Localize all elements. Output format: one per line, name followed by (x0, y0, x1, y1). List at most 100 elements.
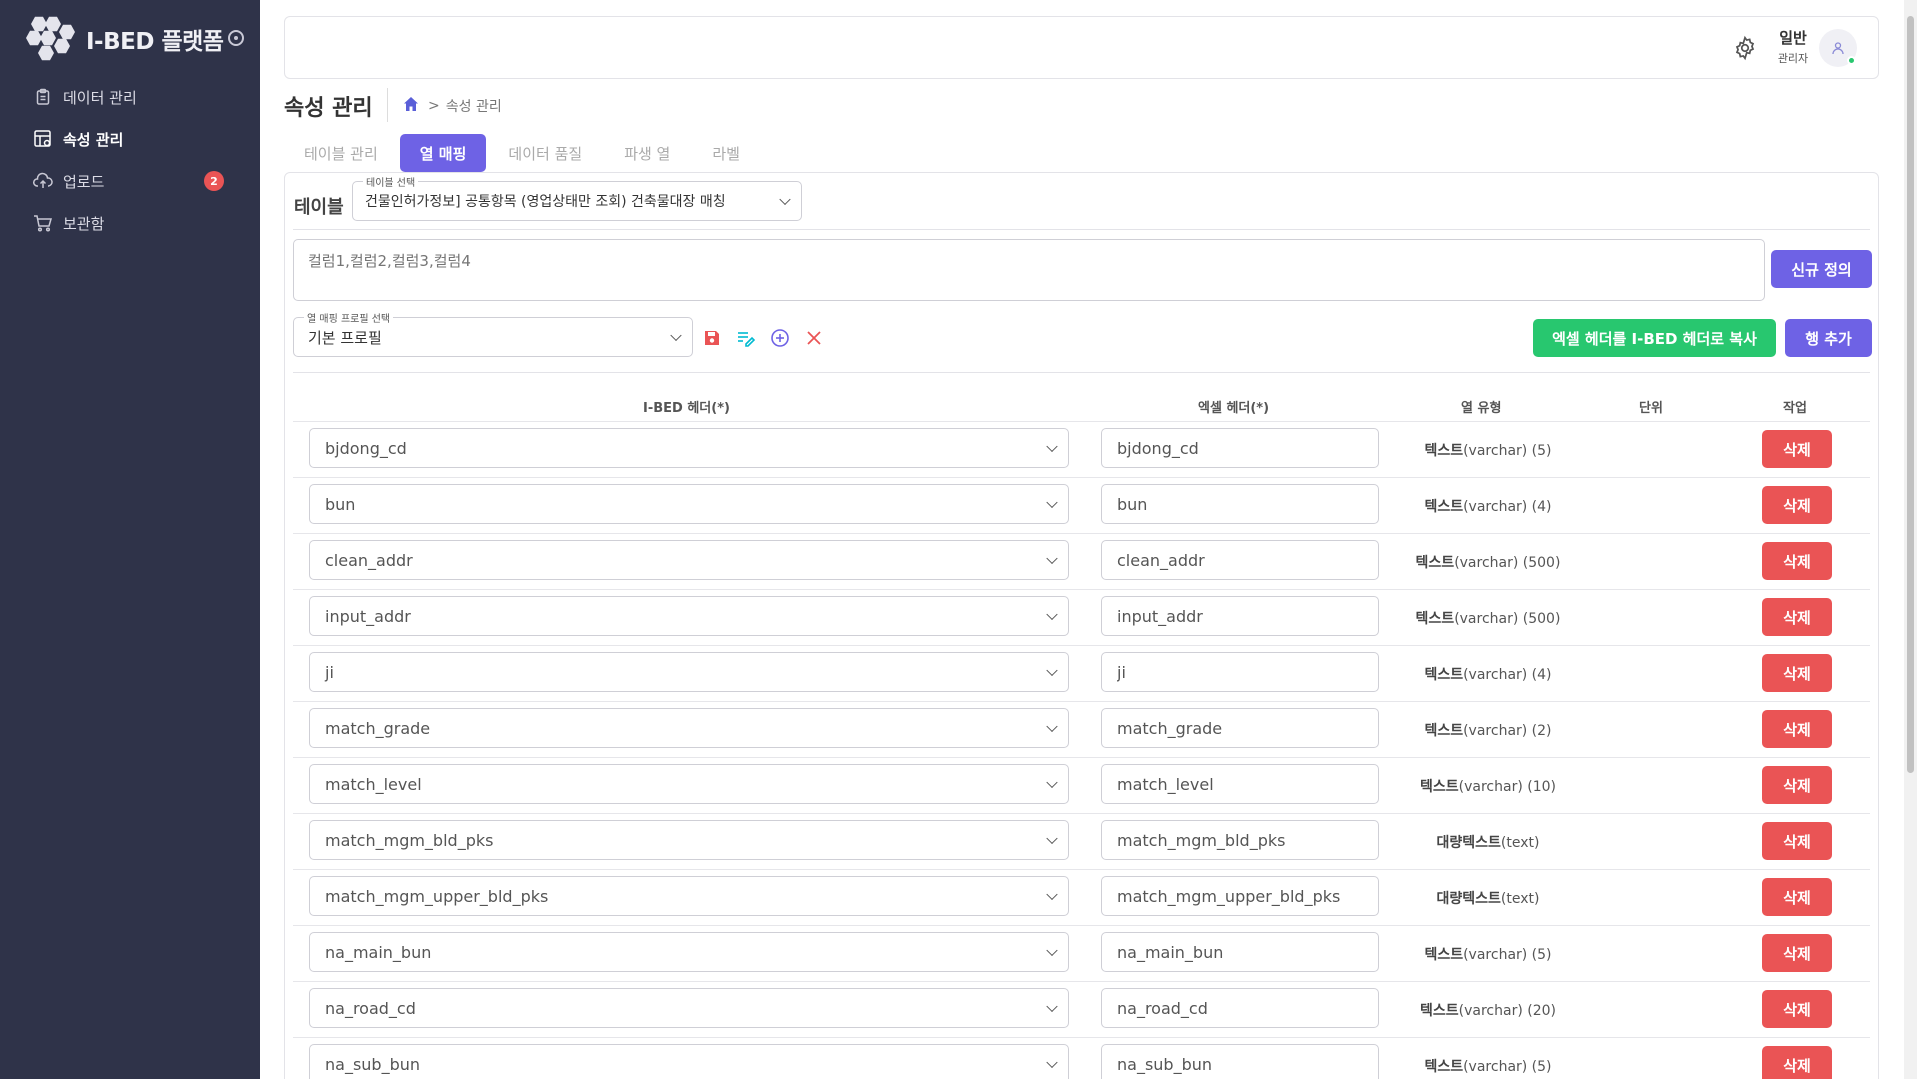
gear-icon[interactable] (1732, 35, 1758, 61)
ibed-header-value: bjdong_cd (325, 438, 407, 458)
excel-header-input[interactable] (1101, 764, 1379, 804)
delete-row-button[interactable]: 삭제 (1762, 542, 1832, 580)
ibed-header-select[interactable]: match_mgm_upper_bld_pks (309, 876, 1069, 916)
ibed-header-select[interactable]: input_addr (309, 596, 1069, 636)
sidebar-pin-icon[interactable] (228, 30, 244, 46)
breadcrumb-current: 속성 관리 (445, 99, 502, 115)
excel-header-input[interactable] (1101, 876, 1379, 916)
ibed-header-select[interactable]: bjdong_cd (309, 428, 1069, 468)
column-type-name: 텍스트 (1424, 947, 1464, 963)
delete-row-button[interactable]: 삭제 (1762, 486, 1832, 524)
ibed-header-select[interactable]: match_level (309, 764, 1069, 804)
chevron-down-icon (1046, 776, 1058, 789)
chevron-down-icon (1046, 608, 1058, 621)
sidebar-item-storage[interactable]: 보관함 (0, 202, 260, 244)
edit-profile-icon[interactable] (734, 326, 758, 350)
columns-input[interactable] (293, 239, 1765, 301)
ibed-header-select[interactable]: na_main_bun (309, 932, 1069, 972)
col-type: 열 유형 (1461, 401, 1502, 416)
tab-data-quality[interactable]: 데이터 품질 (488, 134, 602, 172)
ibed-header-select[interactable]: na_road_cd (309, 988, 1069, 1028)
delete-row-button[interactable]: 삭제 (1762, 878, 1832, 916)
home-icon[interactable] (402, 95, 420, 117)
scroll-thumb[interactable] (1907, 16, 1914, 773)
column-type-detail: (varchar) (5) (1463, 1059, 1552, 1075)
copy-excel-headers-button[interactable]: 엑셀 헤더를 I-BED 헤더로 복사 (1533, 319, 1776, 357)
delete-row-button[interactable]: 삭제 (1762, 766, 1832, 804)
page-scrollbar[interactable] (1904, 0, 1917, 1079)
user-info[interactable]: 일반 관리자 (1771, 27, 1815, 66)
delete-row-button[interactable]: 삭제 (1762, 654, 1832, 692)
ibed-header-select[interactable]: clean_addr (309, 540, 1069, 580)
profile-select[interactable]: 열 매핑 프로필 선택 기본 프로필 (293, 310, 693, 357)
user-name: 일반 (1779, 29, 1807, 47)
ibed-header-select[interactable]: bun (309, 484, 1069, 524)
excel-header-input[interactable] (1101, 708, 1379, 748)
table-select[interactable]: 테이블 선택 건물인허가정보] 공통항목 (영업상태만 조회) 건축물대장 매칭 (352, 174, 802, 221)
excel-header-input[interactable] (1101, 1044, 1379, 1079)
table-row: na_main_bun 텍스트(varchar) (5) 삭제 (293, 925, 1870, 981)
chevron-down-icon (1046, 1056, 1058, 1069)
brand[interactable]: I-BED 플랫폼 (26, 14, 224, 64)
save-profile-icon[interactable] (700, 326, 724, 350)
tab-labels[interactable]: 라벨 (692, 134, 760, 172)
sidebar-item-attribute-management[interactable]: 속성 관리 (0, 118, 260, 160)
sidebar: I-BED 플랫폼 데이터 관리 속성 관리 업로드 2 보관함 (0, 0, 260, 1079)
ibed-header-select[interactable]: na_sub_bun (309, 1044, 1069, 1079)
top-header: 일반 관리자 (284, 16, 1879, 79)
excel-header-input[interactable] (1101, 932, 1379, 972)
column-type: 텍스트(varchar) (5) (1388, 440, 1588, 460)
ibed-header-select[interactable]: match_grade (309, 708, 1069, 748)
excel-header-input[interactable] (1101, 428, 1379, 468)
delete-row-button[interactable]: 삭제 (1762, 598, 1832, 636)
sidebar-item-label: 보관함 (63, 214, 105, 233)
cloud-upload-icon (33, 171, 53, 191)
ibed-header-select[interactable]: ji (309, 652, 1069, 692)
delete-row-button[interactable]: 삭제 (1762, 934, 1832, 972)
sidebar-item-label: 업로드 (63, 172, 105, 191)
chevron-down-icon (779, 193, 791, 206)
tab-table-management[interactable]: 테이블 관리 (284, 134, 398, 172)
ibed-header-value: match_mgm_upper_bld_pks (325, 886, 549, 906)
delete-row-button[interactable]: 삭제 (1762, 1046, 1832, 1079)
delete-row-button[interactable]: 삭제 (1762, 822, 1832, 860)
online-status-dot (1847, 56, 1856, 65)
excel-header-input[interactable] (1101, 652, 1379, 692)
column-type: 텍스트(varchar) (20) (1388, 1000, 1588, 1020)
clipboard-icon (33, 87, 53, 107)
chevron-down-icon (1046, 944, 1058, 957)
sidebar-item-data-management[interactable]: 데이터 관리 (0, 76, 260, 118)
ibed-header-value: input_addr (325, 606, 411, 626)
delete-row-button[interactable]: 삭제 (1762, 430, 1832, 468)
table-row: na_road_cd 텍스트(varchar) (20) 삭제 (293, 981, 1870, 1037)
table-settings-icon (33, 129, 53, 149)
new-definition-button[interactable]: 신규 정의 (1771, 250, 1872, 288)
delete-profile-icon[interactable] (802, 326, 826, 350)
delete-row-button[interactable]: 삭제 (1762, 990, 1832, 1028)
delete-row-button[interactable]: 삭제 (1762, 710, 1832, 748)
add-row-button[interactable]: 행 추가 (1785, 319, 1872, 357)
excel-header-input[interactable] (1101, 540, 1379, 580)
add-profile-icon[interactable] (768, 326, 792, 350)
column-type: 텍스트(varchar) (4) (1388, 664, 1588, 684)
excel-header-input[interactable] (1101, 596, 1379, 636)
excel-header-input[interactable] (1101, 988, 1379, 1028)
tab-column-mapping[interactable]: 열 매핑 (399, 134, 487, 172)
ibed-header-value: na_main_bun (325, 942, 432, 962)
table-select-legend: 테이블 선택 (363, 174, 419, 189)
ibed-header-value: clean_addr (325, 550, 413, 570)
column-type-name: 텍스트 (1420, 1003, 1459, 1019)
user-icon (1832, 42, 1844, 55)
tab-derived-columns[interactable]: 파생 열 (604, 134, 690, 172)
excel-header-input[interactable] (1101, 820, 1379, 860)
page-title: 속성 관리 (284, 96, 373, 121)
col-excel-header: 엑셀 헤더(*) (1198, 401, 1270, 416)
sidebar-item-upload[interactable]: 업로드 2 (0, 160, 260, 202)
divider (293, 372, 1870, 373)
ibed-header-select[interactable]: match_mgm_bld_pks (309, 820, 1069, 860)
avatar[interactable] (1819, 29, 1857, 67)
title-divider (387, 88, 388, 122)
column-type-name: 텍스트 (1424, 499, 1464, 515)
user-role: 관리자 (1777, 52, 1809, 65)
excel-header-input[interactable] (1101, 484, 1379, 524)
